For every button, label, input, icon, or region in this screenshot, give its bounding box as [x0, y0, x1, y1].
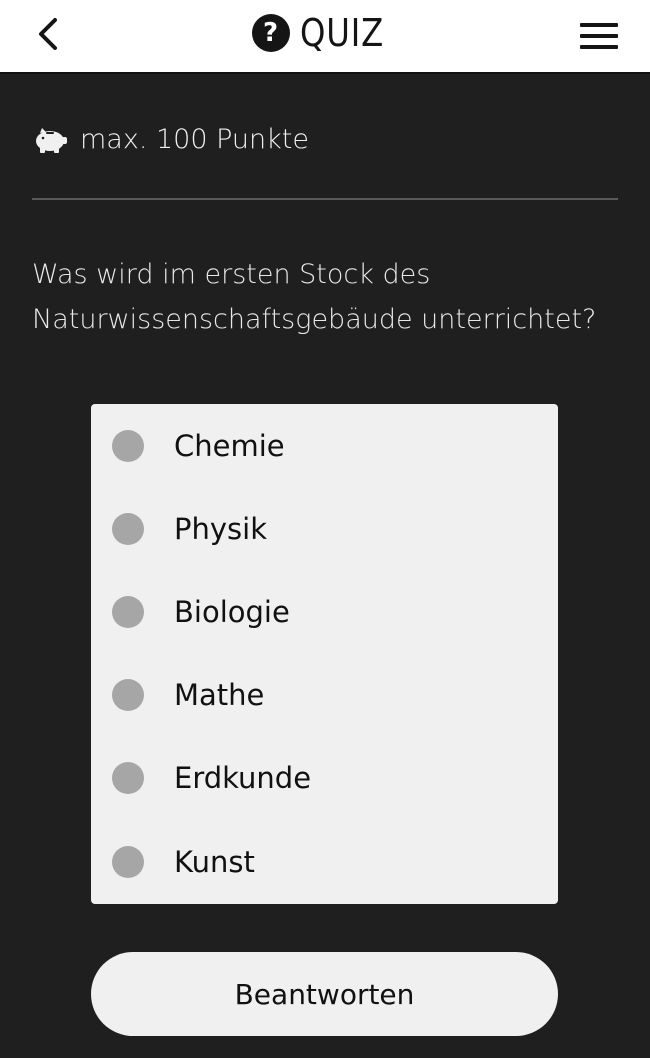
- answer-option-label: Kunst: [174, 844, 255, 879]
- answer-option-label: Biologie: [174, 594, 290, 629]
- hamburger-line: [580, 45, 618, 49]
- submit-answer-button[interactable]: Beantworten: [91, 952, 558, 1036]
- max-points-label: max. 100 Punkte: [80, 124, 309, 155]
- answer-option-label: Mathe: [174, 677, 265, 712]
- answer-option-mathe[interactable]: Mathe: [91, 653, 558, 736]
- radio-button[interactable]: [112, 678, 144, 711]
- question-text: Was wird im ersten Stock des Naturwissen…: [32, 259, 597, 335]
- radio-button[interactable]: [112, 512, 144, 545]
- page-title-group: ? QUIZ: [0, 6, 650, 60]
- answer-option-label: Erdkunde: [174, 760, 312, 795]
- radio-button[interactable]: [112, 845, 144, 878]
- answer-option-label: Physik: [174, 511, 267, 546]
- menu-button[interactable]: [580, 16, 624, 56]
- answer-option-label: Chemie: [174, 428, 285, 463]
- radio-button[interactable]: [112, 429, 144, 462]
- answer-options: Chemie Physik Biologie Mathe Erdkunde Ku…: [91, 404, 558, 904]
- app-header: ? QUIZ: [0, 0, 650, 74]
- hamburger-menu-icon: [580, 23, 618, 27]
- answer-option-erdkunde[interactable]: Erdkunde: [91, 736, 558, 819]
- radio-button[interactable]: [112, 595, 144, 628]
- page-title: QUIZ: [299, 11, 384, 55]
- hamburger-line: [580, 34, 618, 38]
- quiz-content: max. 100 Punkte Was wird im ersten Stock…: [0, 74, 650, 1058]
- answer-option-biologie[interactable]: Biologie: [91, 570, 558, 653]
- piggy-bank-icon: [36, 127, 67, 153]
- divider: [32, 198, 618, 200]
- radio-button[interactable]: [112, 761, 144, 794]
- answer-option-physik[interactable]: Physik: [91, 487, 558, 570]
- answer-option-kunst[interactable]: Kunst: [91, 820, 558, 903]
- points-info: max. 100 Punkte: [32, 124, 309, 155]
- question-circle-icon: ?: [251, 14, 290, 52]
- answer-option-chemie[interactable]: Chemie: [91, 404, 558, 487]
